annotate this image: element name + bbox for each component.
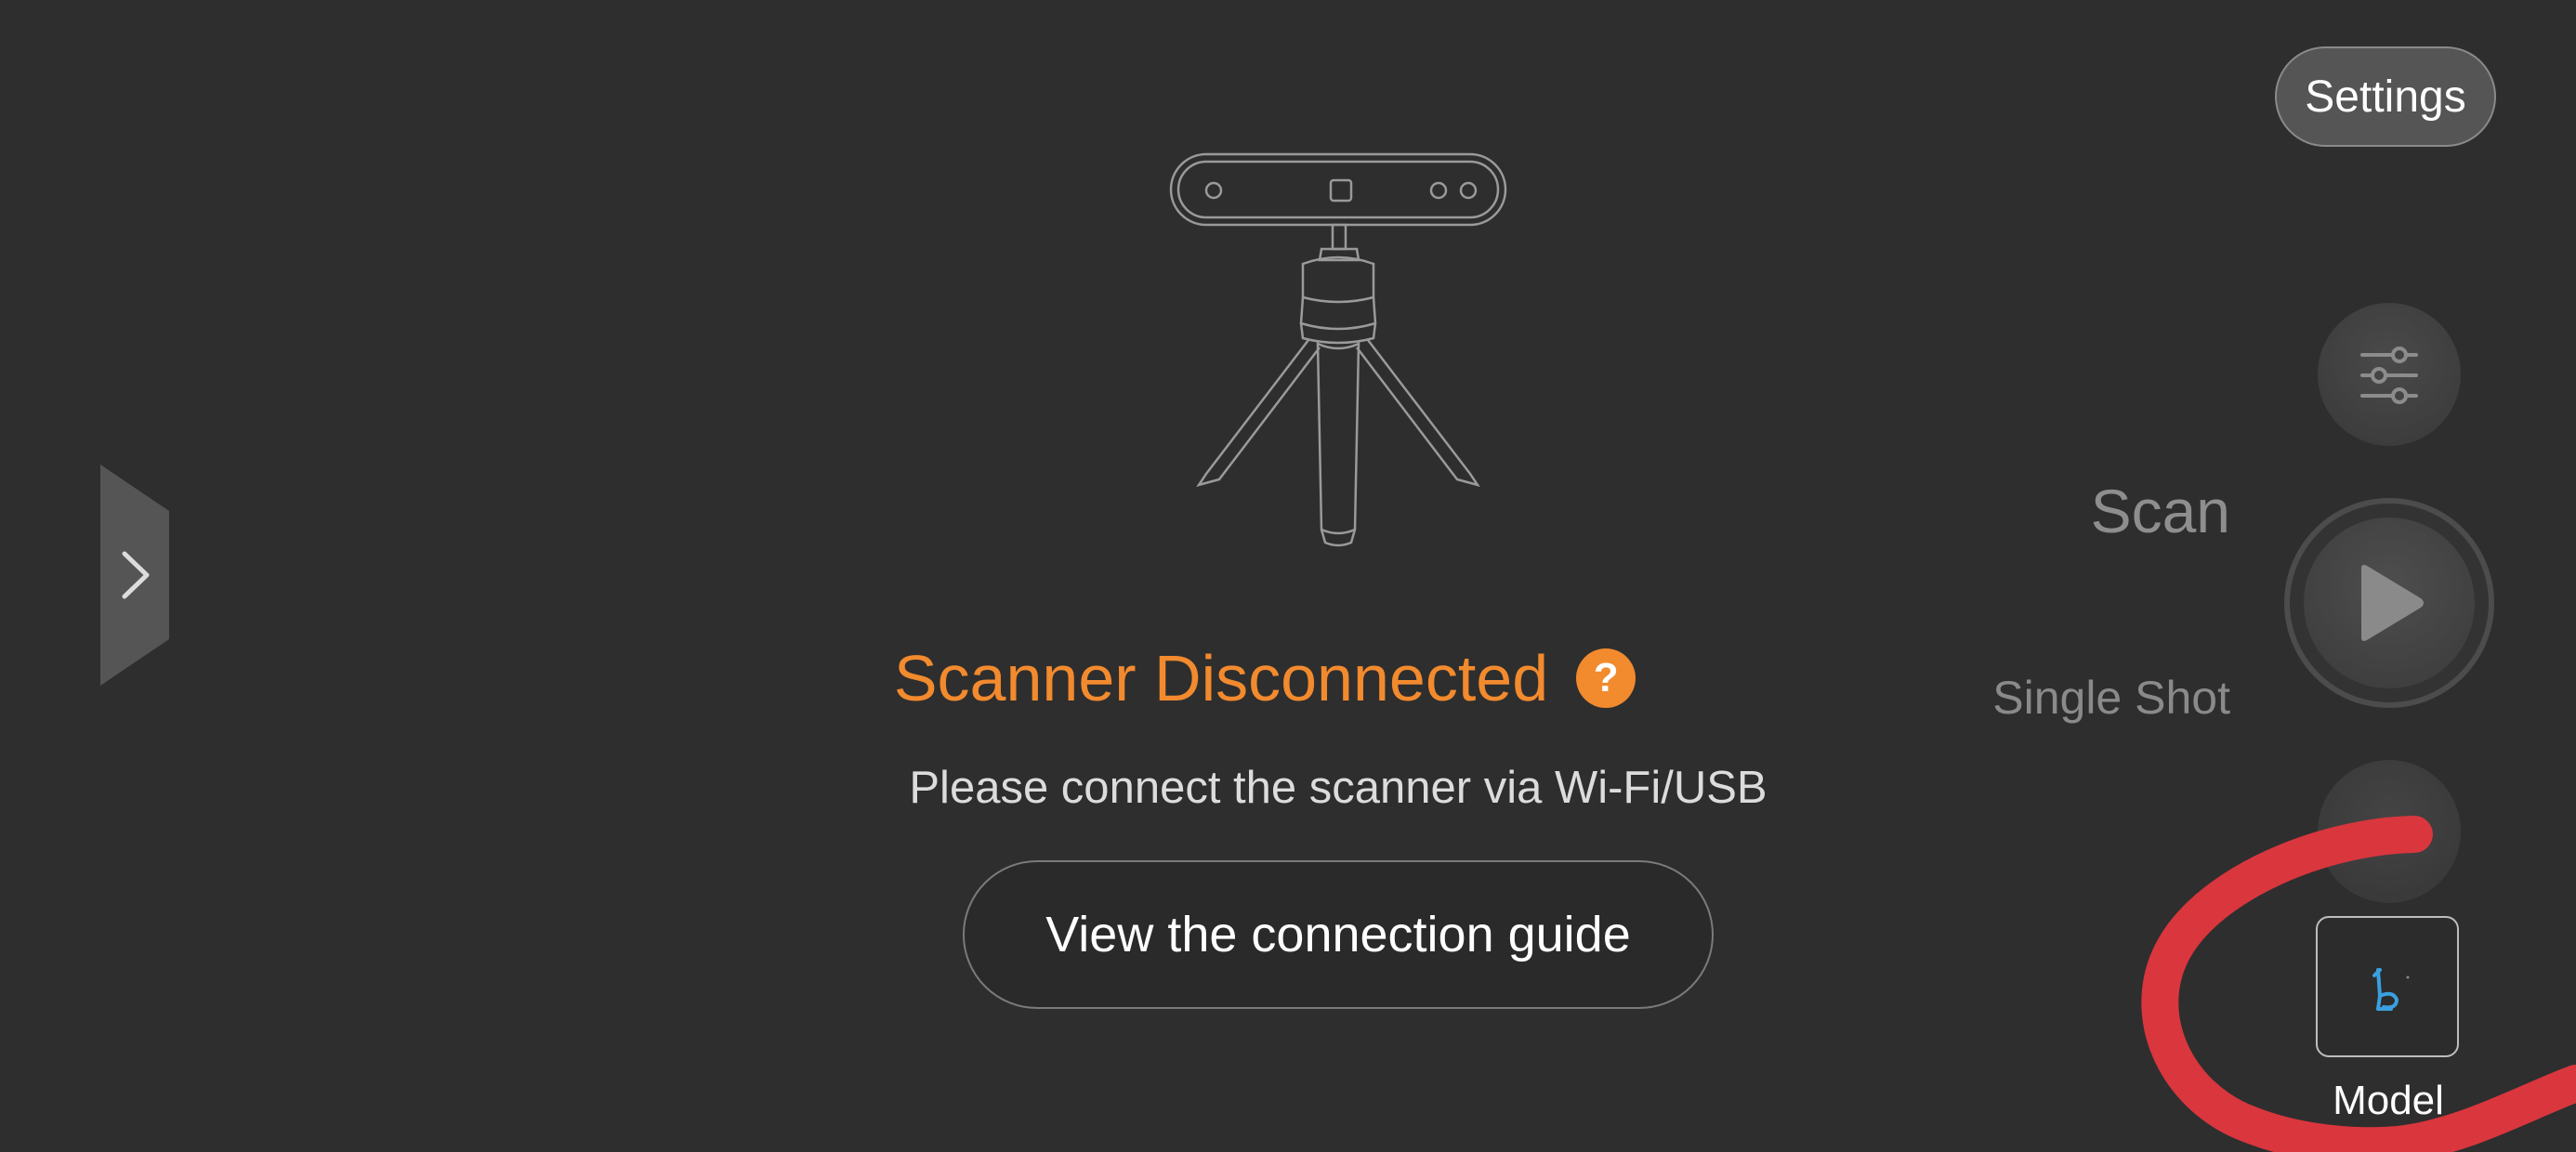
model-thumbnail-icon — [2372, 968, 2410, 1011]
pencil-icon — [2374, 817, 2404, 848]
single-shot-mode-label[interactable]: Single Shot — [1821, 671, 2230, 725]
status-subtitle: Please connect the scanner via Wi-Fi/USB — [909, 763, 1768, 813]
edit-button[interactable] — [2318, 760, 2461, 903]
question-icon[interactable]: ? — [1576, 648, 1636, 708]
scan-mode-label[interactable]: Scan — [1952, 476, 2230, 546]
model-label: Model — [2333, 1078, 2444, 1123]
connection-guide-button[interactable]: View the connection guide — [963, 860, 1714, 1009]
status-title: Scanner Disconnected — [893, 642, 1549, 714]
model-thumbnail-button[interactable] — [2316, 916, 2459, 1057]
scanner-tripod-illustration — [1162, 149, 1515, 557]
scan-start-button[interactable] — [2284, 498, 2494, 708]
settings-button[interactable]: Settings — [2275, 46, 2496, 147]
scan-settings-button[interactable] — [2318, 303, 2461, 446]
sliders-icon — [2360, 347, 2418, 404]
play-icon — [2361, 565, 2424, 641]
